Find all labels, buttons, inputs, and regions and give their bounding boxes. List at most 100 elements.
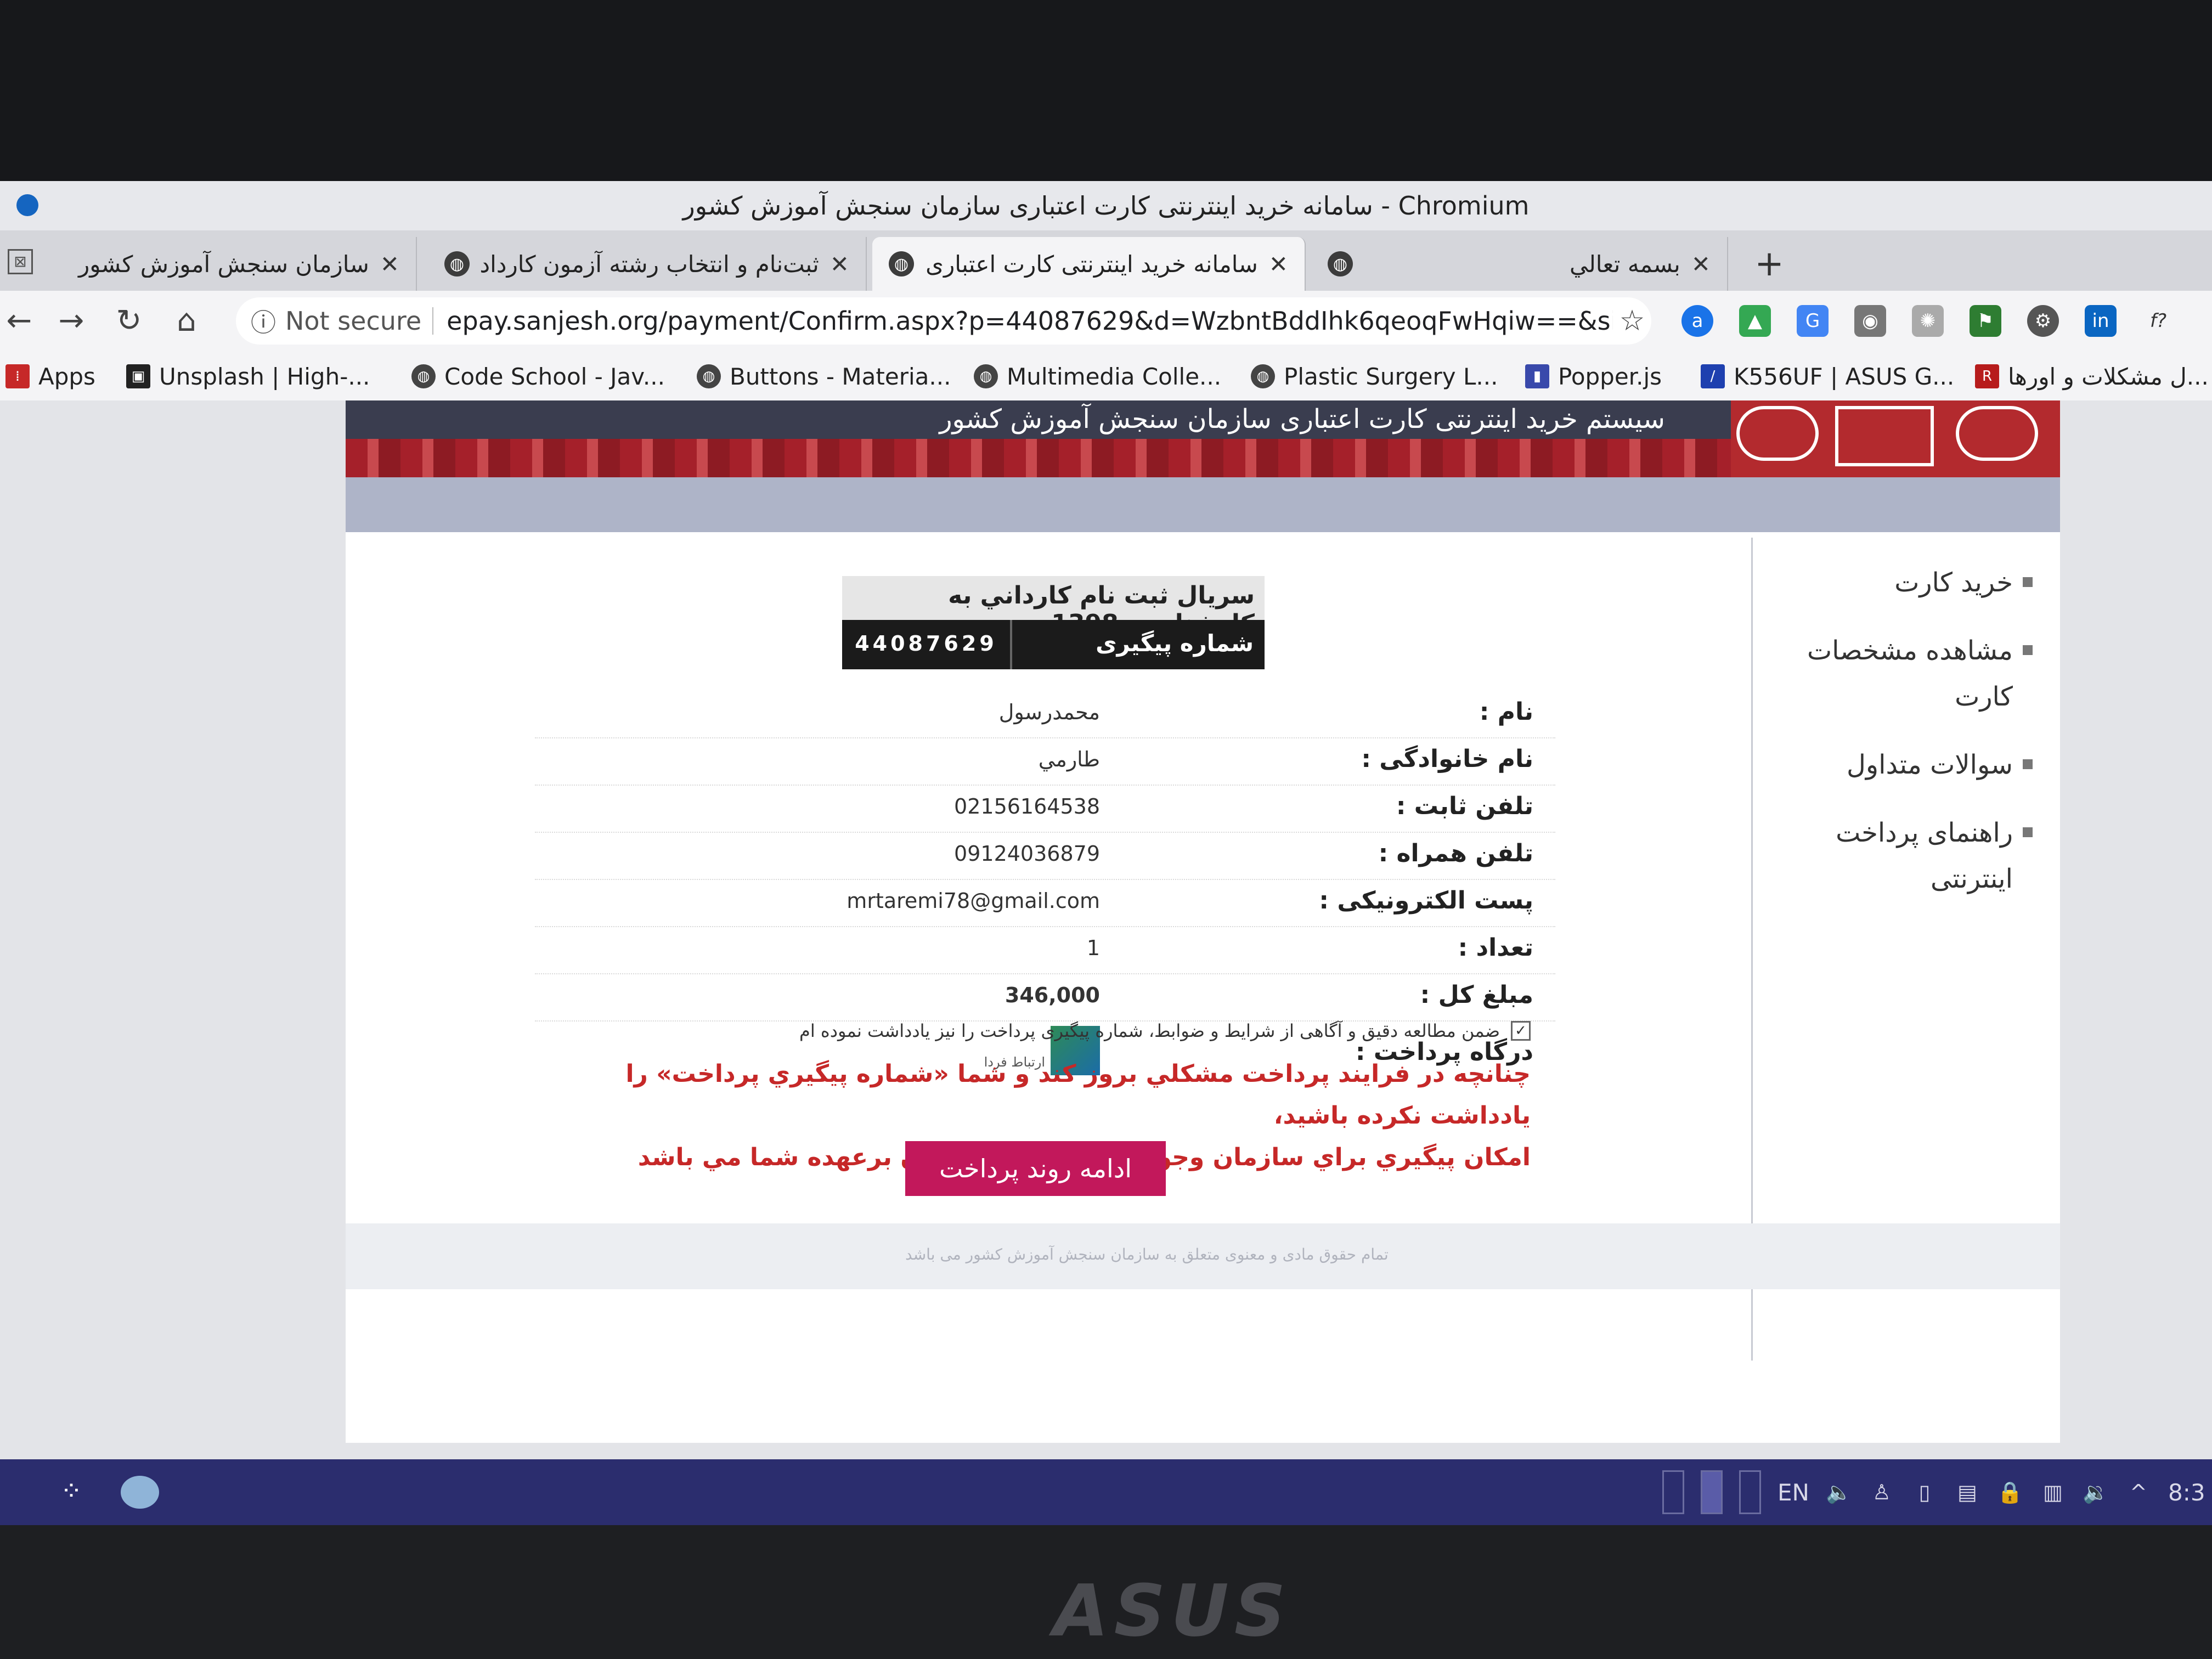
footer-text: تمام حقوق مادی و معنوی متعلق به سازمان س… — [905, 1245, 1389, 1263]
bullet-icon — [2023, 645, 2033, 655]
asus-icon: / — [1701, 364, 1725, 388]
sidebar-item-label: سوالات متداول — [1847, 749, 2013, 780]
battery-icon[interactable]: ▯ — [1911, 1479, 1938, 1505]
function-icon[interactable]: f? — [2142, 305, 2174, 337]
keyboard-language[interactable]: EN — [1778, 1479, 1809, 1506]
react-icon[interactable]: ✺ — [1912, 305, 1944, 337]
bookmark-asus[interactable]: / K556UF | ASUS G... — [1701, 361, 1954, 392]
workspace-2[interactable] — [1701, 1470, 1723, 1514]
tab-basmeh[interactable]: ◍ بسمه تعالي ✕ — [1311, 237, 1728, 291]
clock[interactable]: 8:3 — [2168, 1479, 2205, 1506]
popper-icon: ▮ — [1525, 364, 1549, 388]
sidebar-item-buy-card[interactable]: خرید کارت — [1753, 560, 2033, 606]
tab-label: سازمان سنجش آموزش کشور — [78, 250, 369, 278]
bookmark-unsplash[interactable]: ▣ Unsplash | High-... — [126, 361, 370, 392]
sidebar-item-view-card[interactable]: مشاهده مشخصات کارت — [1753, 628, 2033, 720]
unsplash-icon: ▣ — [126, 364, 150, 388]
sidebar-item-label: راهنمای پرداخت اینترنتی — [1836, 817, 2013, 894]
bookmark-star-icon[interactable]: ☆ — [1613, 304, 1651, 337]
translate-icon[interactable]: G — [1797, 305, 1829, 337]
launcher-icon[interactable]: ⁘ — [49, 1476, 93, 1509]
sidebar-item-faq[interactable]: سوالات متداول — [1753, 742, 2033, 788]
user-icon[interactable]: ♙ — [1869, 1479, 1895, 1505]
agreement-text: ضمن مطالعه دقیق و آگاهی از شرایط و ضوابط… — [799, 1020, 1500, 1041]
bookmark-label: Apps — [38, 363, 95, 390]
close-icon[interactable]: ✕ — [380, 251, 399, 278]
tab-registration[interactable]: ◍ ثبت‌نام و انتخاب رشته آزمون کارداد ✕ — [428, 237, 867, 291]
globe-icon: ◍ — [974, 364, 998, 388]
drive-icon[interactable]: ▲ — [1739, 305, 1771, 337]
page-footer: تمام حقوق مادی و معنوی متعلق به سازمان س… — [346, 1223, 2060, 1289]
speaker-icon[interactable]: 🔉 — [2083, 1479, 2109, 1505]
globe-icon: ◍ — [1328, 251, 1353, 276]
bookmark-plastic-surgery[interactable]: ◍ Plastic Surgery L... — [1251, 361, 1498, 392]
bookmark-label: Code School - Jav... — [444, 363, 665, 390]
field-label: تلفن ثابت : — [1396, 792, 1533, 820]
globe-icon: ◍ — [444, 251, 470, 276]
reload-icon[interactable]: ↻ — [110, 302, 148, 340]
tab-search-icon[interactable]: ⊠ — [8, 249, 33, 274]
bookmark-buttons[interactable]: ◍ Buttons - Materia... — [697, 361, 951, 392]
field-value: طارمي — [1038, 747, 1100, 771]
web-page: سیستم خرید اینترنتی کارت اعتباری سازمان … — [0, 400, 2212, 1465]
field-value: mrtaremi78@gmail.com — [847, 889, 1100, 913]
url-text[interactable]: epay.sanjesh.org/payment/Confirm.aspx?p=… — [447, 306, 1613, 336]
clipboard-icon[interactable]: ▥ — [2040, 1479, 2066, 1505]
lock-icon[interactable]: 🔒 — [1997, 1479, 2023, 1505]
tracking-row: 44087629 شماره پیگیری پرداخت — [842, 620, 1265, 704]
globe-icon: ◍ — [889, 251, 914, 276]
close-icon[interactable]: ✕ — [830, 251, 849, 278]
agreement-checkbox[interactable]: ✓ — [1511, 1021, 1531, 1041]
bullet-icon — [2023, 577, 2033, 587]
os-taskbar: ⁘ EN 🔈 ♙ ▯ ▤ 🔒 ▥ 🔉 ^ 8:3 — [0, 1459, 2212, 1525]
bookmark-label: Buttons - Materia... — [730, 363, 951, 390]
flag-icon[interactable]: ⚑ — [1970, 305, 2001, 337]
globe-icon: ◍ — [697, 364, 721, 388]
workspace-1[interactable] — [1662, 1470, 1684, 1514]
field-label: مبلغ کل : — [1420, 981, 1533, 1009]
bookmark-code-school[interactable]: ◍ Code School - Jav... — [411, 361, 665, 392]
home-icon[interactable]: ⌂ — [167, 302, 206, 340]
network-icon[interactable]: ▤ — [1954, 1479, 1980, 1505]
info-icon[interactable]: ⓘ — [247, 303, 280, 339]
bookmark-issues[interactable]: R ل مشکلات و اورها... — [1975, 361, 2209, 392]
tab-sanjesh[interactable]: سازمان سنجش آموزش کشور ✕ — [44, 237, 417, 291]
workspace-3[interactable] — [1739, 1470, 1761, 1514]
linkedin-icon[interactable]: in — [2085, 305, 2117, 337]
screen: سامانه خرید اینترنتی کارت اعتباری سازمان… — [0, 181, 2212, 1525]
continue-payment-button[interactable]: ادامه روند پرداخت — [905, 1141, 1166, 1196]
forward-icon[interactable]: → — [52, 302, 91, 340]
address-bar[interactable]: ⓘ Not secure epay.sanjesh.org/payment/Co… — [236, 297, 1651, 345]
tab-active-payment[interactable]: ◍ سامانه خرید اینترنتی کارت اعتباری ✕ — [872, 237, 1306, 291]
globe-icon: ◍ — [1251, 364, 1275, 388]
settings-gear-icon[interactable]: ⚙ — [2027, 305, 2059, 337]
bookmark-multimedia[interactable]: ◍ Multimedia Colle... — [974, 361, 1221, 392]
form-row-last-name: نام خانوادگی : طارمي — [535, 738, 1555, 786]
extension-icon[interactable]: a — [1681, 305, 1713, 337]
close-icon[interactable]: ✕ — [1269, 251, 1288, 278]
field-label: تلفن همراه : — [1378, 839, 1533, 867]
window-titlebar: سامانه خرید اینترنتی کارت اعتباری سازمان… — [0, 181, 2212, 230]
field-value: 02156164538 — [954, 794, 1100, 819]
field-value: 1 — [1086, 936, 1100, 960]
bookmark-popper[interactable]: ▮ Popper.js — [1525, 361, 1662, 392]
window-title: سامانه خرید اینترنتی کارت اعتباری سازمان… — [682, 191, 1530, 221]
sidebar-item-payment-guide[interactable]: راهنمای پرداخت اینترنتی — [1753, 810, 2033, 902]
field-value: محمدرسول — [998, 700, 1100, 724]
camera-icon[interactable]: ◉ — [1854, 305, 1886, 337]
banner-ornament-logo — [1731, 400, 2060, 477]
tab-label: سامانه خرید اینترنتی کارت اعتباری — [926, 250, 1258, 278]
close-icon[interactable]: ✕ — [1691, 251, 1711, 278]
field-label: تعداد : — [1458, 934, 1533, 962]
chromium-taskbar-icon[interactable] — [121, 1476, 159, 1509]
new-tab-button[interactable]: + — [1750, 246, 1788, 284]
back-icon[interactable]: ← — [0, 302, 38, 340]
volume-icon[interactable]: 🔈 — [1826, 1479, 1852, 1505]
tab-strip: ⊠ سازمان سنجش آموزش کشور ✕ ◍ ثبت‌نام و ا… — [0, 230, 2212, 291]
tracking-number: 44087629 — [842, 620, 1012, 669]
form-row-total-amount: مبلغ کل : 346,000 — [535, 974, 1555, 1022]
banner-band — [346, 477, 2060, 532]
bookmark-label: Popper.js — [1558, 363, 1662, 390]
bookmark-apps[interactable]: ⁞ Apps — [5, 361, 95, 392]
chevron-up-icon[interactable]: ^ — [2125, 1479, 2152, 1505]
